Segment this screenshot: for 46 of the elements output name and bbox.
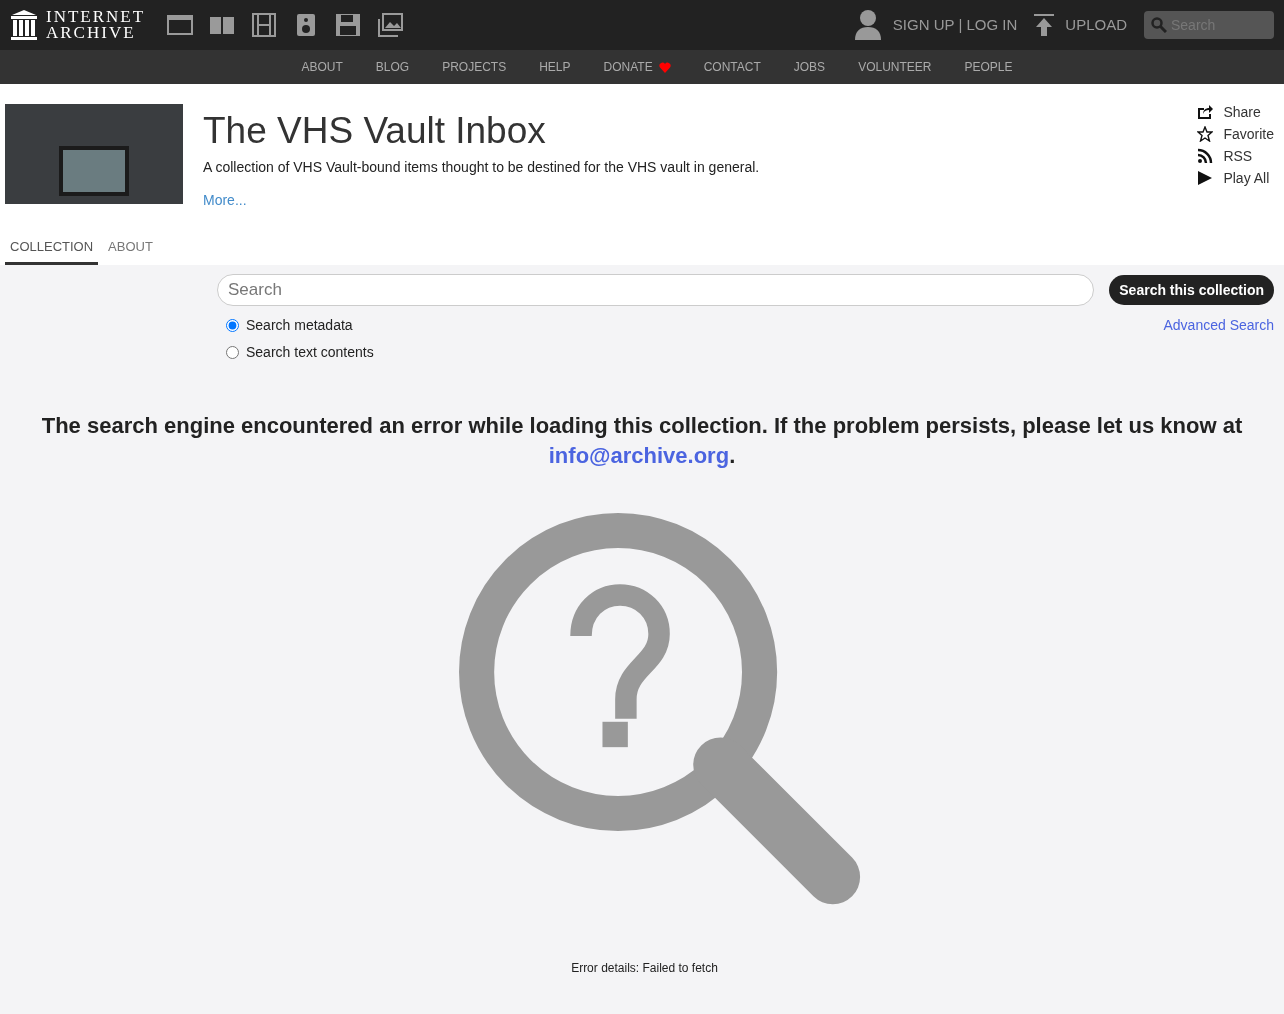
nav-link[interactable]: PROJECTS (442, 58, 507, 76)
error-details: Error details: Failed to fetch (570, 960, 719, 977)
more-link[interactable]: More... (203, 190, 760, 211)
log-in-link[interactable]: LOG IN (966, 13, 1018, 37)
collection-description: A collection of VHS Vault-bound items thought to be destined for the VHS vault in general. (203, 158, 760, 177)
user-icon[interactable] (852, 9, 883, 41)
nav-link[interactable]: JOBS (793, 58, 826, 76)
action-link[interactable]: Play All (1197, 169, 1274, 187)
tab[interactable]: COLLECTION (5, 236, 99, 265)
radio-button[interactable] (226, 346, 239, 359)
play-icon (1197, 170, 1214, 186)
upload-link[interactable]: UPLOAD (1065, 13, 1127, 37)
rss-icon (1197, 148, 1214, 164)
email-link[interactable]: info@archive.org (548, 443, 730, 468)
error-message: The search engine encountered an error while loading this collection. If the problem persists, please let us know at info@archive.org. (40, 412, 1244, 470)
radio-label: Search text contents (246, 343, 374, 362)
film-strip-icon[interactable] (251, 13, 278, 37)
separator: | (958, 14, 963, 35)
collection-search-field[interactable]: Search (217, 274, 1095, 306)
action-link[interactable]: Share (1197, 103, 1274, 121)
nav-link[interactable]: BLOG (375, 58, 410, 76)
radio-button[interactable] (226, 319, 239, 332)
nav-link[interactable]: CONTACT (703, 58, 761, 76)
nav-link[interactable]: DONATE (603, 58, 671, 76)
nav-link[interactable]: HELP (539, 58, 571, 76)
action-link[interactable]: RSS (1197, 147, 1274, 165)
share-icon (1197, 104, 1214, 120)
nav-link[interactable]: VOLUNTEER (858, 58, 932, 76)
tab[interactable]: ABOUT (103, 236, 158, 265)
action-link[interactable]: Favorite (1197, 125, 1274, 143)
search-icon (1151, 17, 1167, 33)
sign-up-link[interactable]: SIGN UP (892, 13, 955, 37)
advanced-search-link[interactable]: Advanced Search (1163, 315, 1274, 363)
logo[interactable]: INTERNET ARCHIVE (10, 9, 146, 41)
search-collection-button[interactable]: Search this collection (1109, 275, 1274, 305)
upload-icon[interactable] (1033, 13, 1056, 37)
radio-label: Search metadata (246, 316, 353, 335)
temple-logo-icon (10, 9, 38, 41)
images-icon[interactable] (377, 13, 404, 37)
logo-text: ARCHIVE (46, 25, 137, 41)
nav-link[interactable]: PEOPLE (964, 58, 1013, 76)
star-icon (1197, 126, 1214, 142)
browser-window-icon[interactable] (167, 13, 194, 37)
nav-link[interactable]: ABOUT (301, 58, 343, 76)
collection-title: The VHS Vault Inbox (203, 109, 547, 153)
logo-text: INTERNET (46, 9, 146, 25)
